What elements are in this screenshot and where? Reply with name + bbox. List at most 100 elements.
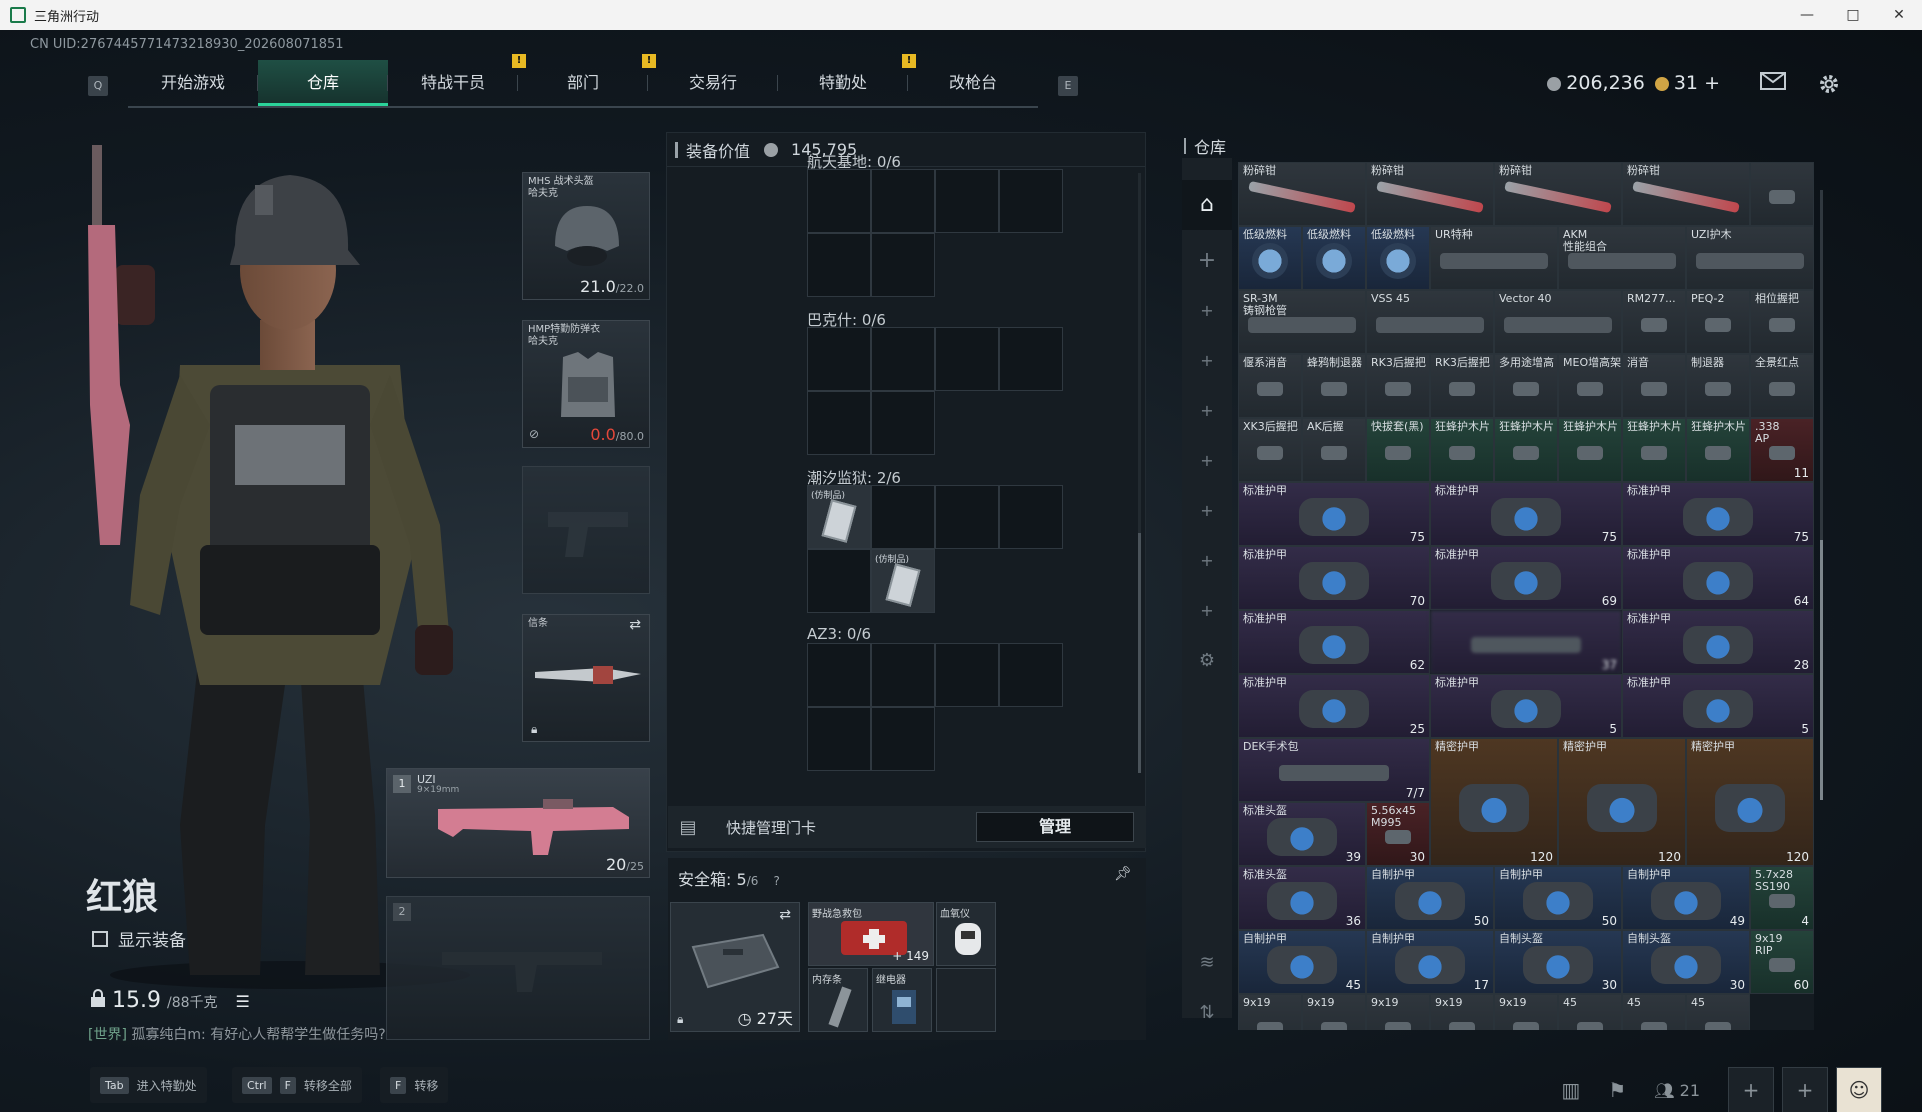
helmet-slot[interactable]: MHS 战术头盔 哈夫克 21.0/22.0 [522,172,650,300]
add-page-icon[interactable]: + [1182,586,1232,636]
warehouse-item[interactable]: 标准头盔 39 [1238,802,1366,866]
primary-weapon-slot-2[interactable]: 2 [386,896,650,1040]
warehouse-item[interactable]: 45 [1686,994,1750,1030]
keycard-slot[interactable] [871,233,935,297]
warehouse-item[interactable]: 全景红点 [1750,354,1814,418]
warehouse-item[interactable]: 精密护甲 120 [1430,738,1558,866]
safe-item-oximeter[interactable]: 血氧仪 [936,902,996,966]
armor-slot[interactable]: HMP特勤防弹衣 哈夫克 ⊘ 0.0/80.0 [522,320,650,448]
warehouse-item[interactable]: 狂蜂护木片 [1622,418,1686,482]
keycard-slot[interactable] [807,233,871,297]
sort-icon[interactable]: ⇅ [1182,988,1232,1038]
warehouse-item[interactable]: RK3后握把 [1430,354,1494,418]
pin-icon[interactable]: 📌︎ [1114,866,1132,882]
warehouse-item[interactable]: 标准护甲 64 [1622,546,1814,610]
keycard-slot[interactable] [871,707,935,771]
warehouse-item[interactable]: 标准护甲 70 [1238,546,1430,610]
warehouse-item[interactable]: 标准护甲 75 [1238,482,1430,546]
keycard-slot[interactable] [999,485,1063,549]
warehouse-item[interactable]: UZI护木 [1686,226,1814,290]
keycard-slot[interactable] [871,169,935,233]
tab-2[interactable]: 特战干员! [388,54,526,106]
manage-button[interactable]: 管理 [976,812,1134,842]
warehouse-item[interactable]: 精密护甲 120 [1686,738,1814,866]
keycard-slot[interactable] [999,643,1063,707]
safe-help-icon[interactable]: ? [773,874,779,888]
flag-icon[interactable]: ⚑ [1608,1078,1626,1102]
weight-list-icon[interactable]: ☰ [236,992,250,1011]
safe-item-relay[interactable]: 继电器 [872,968,932,1032]
squad-invite-button[interactable]: + [1782,1067,1828,1112]
primary-weapon-slot-1[interactable]: 1 UZI 9×19mm 20/25 [386,768,650,878]
safe-item-ram[interactable]: 内存条 [808,968,868,1032]
warehouse-item[interactable]: 9x19 [1366,994,1430,1030]
tab-0[interactable]: 开始游戏 [128,60,258,106]
warehouse-item[interactable]: .338 AP 11 [1750,418,1814,482]
keycard-slot[interactable] [935,485,999,549]
warehouse-item[interactable]: 粉碎钳 [1494,162,1622,226]
warehouse-item[interactable]: UR特种 [1430,226,1558,290]
warehouse-item[interactable]: 低级燃料 [1302,226,1366,290]
warehouse-item[interactable]: 低级燃料 [1238,226,1302,290]
keycard-slot[interactable]: (仿制品) [871,549,935,613]
settings-gear-icon[interactable] [1816,72,1842,94]
keycard-slot[interactable] [871,643,935,707]
warehouse-item[interactable]: 粉碎钳 [1366,162,1494,226]
warehouse-item[interactable]: 狂蜂护木片 [1558,418,1622,482]
maximize-button[interactable]: □ [1830,0,1876,30]
warehouse-settings-icon[interactable]: ⚙ [1182,636,1232,686]
world-chat[interactable]: [世界] 孤寡纯白m: 有好心人帮帮学生做任务吗? [88,1024,386,1044]
warehouse-item[interactable]: 5.7x28 SS190 4 [1750,866,1814,930]
keycard-slot[interactable] [999,327,1063,391]
layers-icon[interactable]: ≋ [1182,938,1232,988]
warehouse-item[interactable]: AKM 性能组合 [1558,226,1686,290]
pistol-slot[interactable] [522,466,650,594]
warehouse-item[interactable]: 标准护甲 75 [1622,482,1814,546]
warehouse-item[interactable]: 37 [1430,610,1622,674]
warehouse-item[interactable]: 自制护甲 17 [1366,930,1494,994]
show-equipment-checkbox[interactable] [92,930,108,947]
warehouse-item[interactable]: 狂蜂护木片 [1494,418,1558,482]
keycard-slot[interactable] [871,391,935,455]
warehouse-item[interactable]: 消音 [1622,354,1686,418]
warehouse-item[interactable]: 9x19 RIP 60 [1750,930,1814,994]
add-page-icon[interactable]: + [1182,236,1232,286]
safe-item-medkit[interactable]: 野战急救包 + 149 [808,902,934,966]
safe-container[interactable]: ⇄ 🔒︎ ◷ 27天 [670,902,800,1032]
tab-6[interactable]: 改枪台 [908,60,1038,106]
hotkey-transfer[interactable]: F 转移 [380,1067,449,1103]
nav-next-key[interactable]: E [1058,76,1078,96]
add-page-icon[interactable]: + [1182,486,1232,536]
warehouse-item[interactable]: 蜂鸦制退器 [1302,354,1366,418]
warehouse-item[interactable]: PEQ-2 [1686,290,1750,354]
safe-empty-cell[interactable] [936,968,996,1032]
warehouse-item[interactable]: 相位握把 [1750,290,1814,354]
warehouse-item[interactable]: 偃系消音 [1238,354,1302,418]
warehouse-item[interactable]: 标准护甲 62 [1238,610,1430,674]
warehouse-item[interactable]: 5.56x45 M995 30 [1366,802,1430,866]
keycard-slot[interactable] [807,549,871,613]
player-avatar[interactable]: ☺ [1836,1067,1882,1112]
tab-3[interactable]: 部门! [518,54,656,106]
mail-icon[interactable] [1760,72,1786,94]
keycard-slot[interactable] [807,169,871,233]
warehouse-item[interactable]: 快拔套(黑) [1366,418,1430,482]
add-currency-icon[interactable]: + [1704,72,1720,94]
keycard-slot[interactable] [999,169,1063,233]
nav-prev-key[interactable]: Q [88,76,108,96]
show-equipment-toggle[interactable]: 显示装备 [92,926,186,951]
warehouse-item[interactable]: VSS 45 [1366,290,1494,354]
warehouse-item[interactable]: 标准护甲 5 [1430,674,1622,738]
tab-1[interactable]: 仓库 [258,60,388,106]
friends-button[interactable]: 👥︎ 21 [1654,1081,1700,1100]
warehouse-item[interactable]: 多用途增高 [1494,354,1558,418]
warehouse-item[interactable]: 9x19 [1238,994,1302,1030]
melee-slot[interactable]: 信条 ⇄ 🔒︎ [522,614,650,742]
warehouse-item[interactable] [1750,162,1814,226]
warehouse-item[interactable]: 制退器 [1686,354,1750,418]
warehouse-scrollbar[interactable] [1820,190,1823,800]
keycard-slot[interactable] [935,643,999,707]
warehouse-item[interactable]: 标准护甲 5 [1622,674,1814,738]
keycard-slot[interactable] [807,707,871,771]
warehouse-item[interactable]: 9x19 [1494,994,1558,1030]
